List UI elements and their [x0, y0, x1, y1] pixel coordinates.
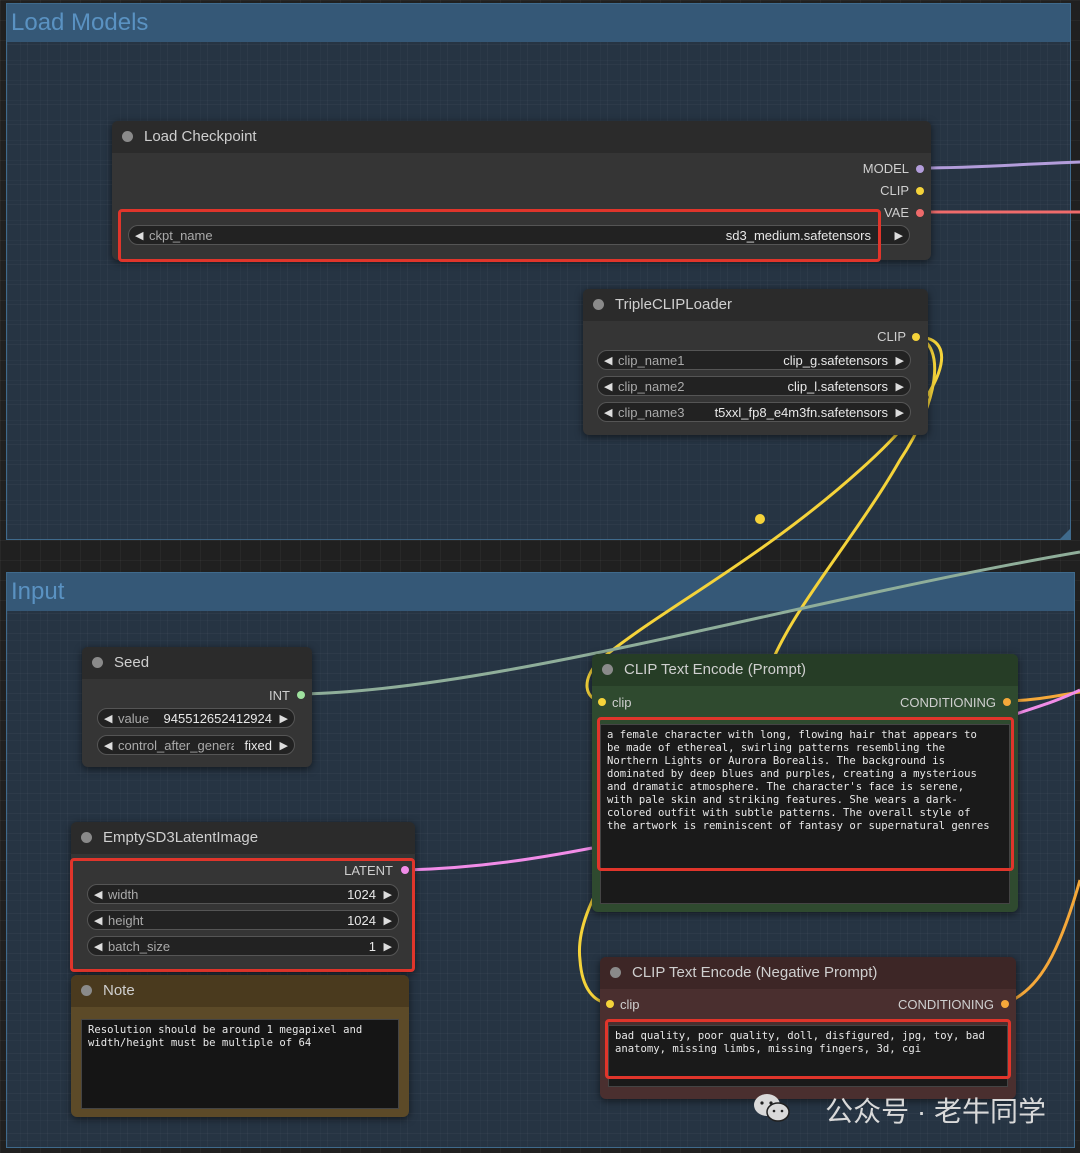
- output-label-conditioning: CONDITIONING: [897, 997, 994, 1012]
- output-slot-int[interactable]: [297, 691, 305, 699]
- collapse-dot-icon[interactable]: [92, 657, 103, 668]
- wire-latent: [405, 846, 593, 872]
- arrow-left-icon[interactable]: ◀: [104, 709, 112, 729]
- widget-value: 945512652412924: [163, 711, 272, 726]
- output-slot-model[interactable]: [916, 165, 924, 173]
- input-slot-clip[interactable]: [606, 1000, 614, 1008]
- clip-name1-combo[interactable]: ◀ clip_name1 clip_g.safetensors ▶: [597, 350, 911, 370]
- collapse-dot-icon[interactable]: [122, 131, 133, 142]
- node-title: EmptySD3LatentImage: [103, 829, 259, 846]
- arrow-right-icon[interactable]: ▶: [280, 709, 288, 729]
- wire-pink-right: [1015, 688, 1080, 716]
- node-header[interactable]: TripleCLIPLoader: [583, 289, 928, 321]
- output-label-int: INT: [269, 688, 290, 703]
- input-slot-clip[interactable]: [598, 698, 606, 706]
- arrow-left-icon[interactable]: ◀: [604, 377, 612, 397]
- arrow-right-icon[interactable]: ▶: [280, 736, 288, 754]
- watermark-text: 公众号 · 老牛同学: [825, 1096, 1046, 1127]
- arrow-right-icon[interactable]: ▶: [895, 226, 903, 246]
- output-label-clip: CLIP: [880, 183, 909, 198]
- highlight-negative-prompt: [605, 1019, 1011, 1079]
- node-title: Note: [103, 982, 135, 999]
- node-title: Seed: [114, 654, 150, 671]
- highlight-ckpt-name: [118, 209, 881, 262]
- output-slot-clip[interactable]: [916, 187, 924, 195]
- collapse-dot-icon[interactable]: [610, 967, 621, 978]
- widget-value: t5xxl_fp8_e4m3fn.safetensors: [714, 405, 888, 420]
- highlight-latent-size: [70, 858, 415, 972]
- arrow-left-icon[interactable]: ◀: [104, 736, 112, 754]
- node-title: CLIP Text Encode (Prompt): [624, 661, 807, 678]
- collapse-dot-icon[interactable]: [81, 832, 92, 843]
- node-note[interactable]: Note Resolution should be around 1 megap…: [71, 975, 409, 1117]
- output-label-conditioning: CONDITIONING: [899, 695, 996, 710]
- arrow-right-icon[interactable]: ▶: [896, 377, 904, 397]
- note-textarea[interactable]: Resolution should be around 1 megapixel …: [81, 1019, 399, 1109]
- node-header[interactable]: Load Checkpoint: [112, 121, 931, 153]
- collapse-dot-icon[interactable]: [602, 664, 613, 675]
- input-label-clip: clip: [612, 695, 632, 710]
- output-slot-conditioning[interactable]: [1001, 1000, 1009, 1008]
- wechat-icon: [754, 1094, 790, 1122]
- node-header[interactable]: EmptySD3LatentImage: [71, 822, 415, 854]
- wire-model: [919, 160, 1080, 170]
- wire-reroute-dot: [755, 514, 765, 524]
- input-label-clip: clip: [620, 997, 640, 1012]
- widget-label: clip_name1: [618, 353, 685, 368]
- output-slot-conditioning[interactable]: [1003, 698, 1011, 706]
- collapse-dot-icon[interactable]: [81, 985, 92, 996]
- clip-name3-combo[interactable]: ◀ clip_name3 t5xxl_fp8_e4m3fn.safetensor…: [597, 402, 911, 422]
- widget-label: clip_name2: [618, 379, 685, 394]
- widget-label: clip_name3: [618, 405, 685, 420]
- arrow-left-icon[interactable]: ◀: [604, 351, 612, 371]
- widget-label: control_after_generate: [118, 738, 234, 753]
- widget-value: fixed: [244, 738, 272, 753]
- node-header[interactable]: CLIP Text Encode (Prompt): [592, 654, 1018, 686]
- output-slot-vae[interactable]: [916, 209, 924, 217]
- node-seed[interactable]: Seed INT ◀ value 945512652412924 ▶ ◀ con…: [82, 647, 312, 767]
- collapse-dot-icon[interactable]: [593, 299, 604, 310]
- clip-name2-combo[interactable]: ◀ clip_name2 clip_l.safetensors ▶: [597, 376, 911, 396]
- node-header[interactable]: Seed: [82, 647, 312, 679]
- node-title: Load Checkpoint: [144, 128, 257, 145]
- node-header[interactable]: CLIP Text Encode (Negative Prompt): [600, 957, 1016, 989]
- control-after-generate-combo[interactable]: ◀ control_after_generate fixed ▶: [97, 735, 295, 755]
- node-header[interactable]: Note: [71, 975, 409, 1007]
- widget-label: value: [118, 711, 150, 726]
- output-slot-clip[interactable]: [912, 333, 920, 341]
- arrow-right-icon[interactable]: ▶: [896, 403, 904, 423]
- output-label-model: MODEL: [862, 161, 909, 176]
- widget-value: clip_l.safetensors: [787, 379, 888, 394]
- output-label-clip: CLIP: [877, 329, 906, 344]
- arrow-left-icon[interactable]: ◀: [604, 403, 612, 423]
- seed-value-number[interactable]: ◀ value 945512652412924 ▶: [97, 708, 295, 728]
- widget-value: clip_g.safetensors: [783, 353, 888, 368]
- output-label-vae: VAE: [883, 205, 909, 220]
- node-triple-clip-loader[interactable]: TripleCLIPLoader CLIP ◀ clip_name1 clip_…: [583, 289, 928, 435]
- node-title: CLIP Text Encode (Negative Prompt): [632, 964, 878, 981]
- node-title: TripleCLIPLoader: [615, 296, 733, 313]
- arrow-right-icon[interactable]: ▶: [896, 351, 904, 371]
- highlight-positive-prompt: [597, 717, 1014, 871]
